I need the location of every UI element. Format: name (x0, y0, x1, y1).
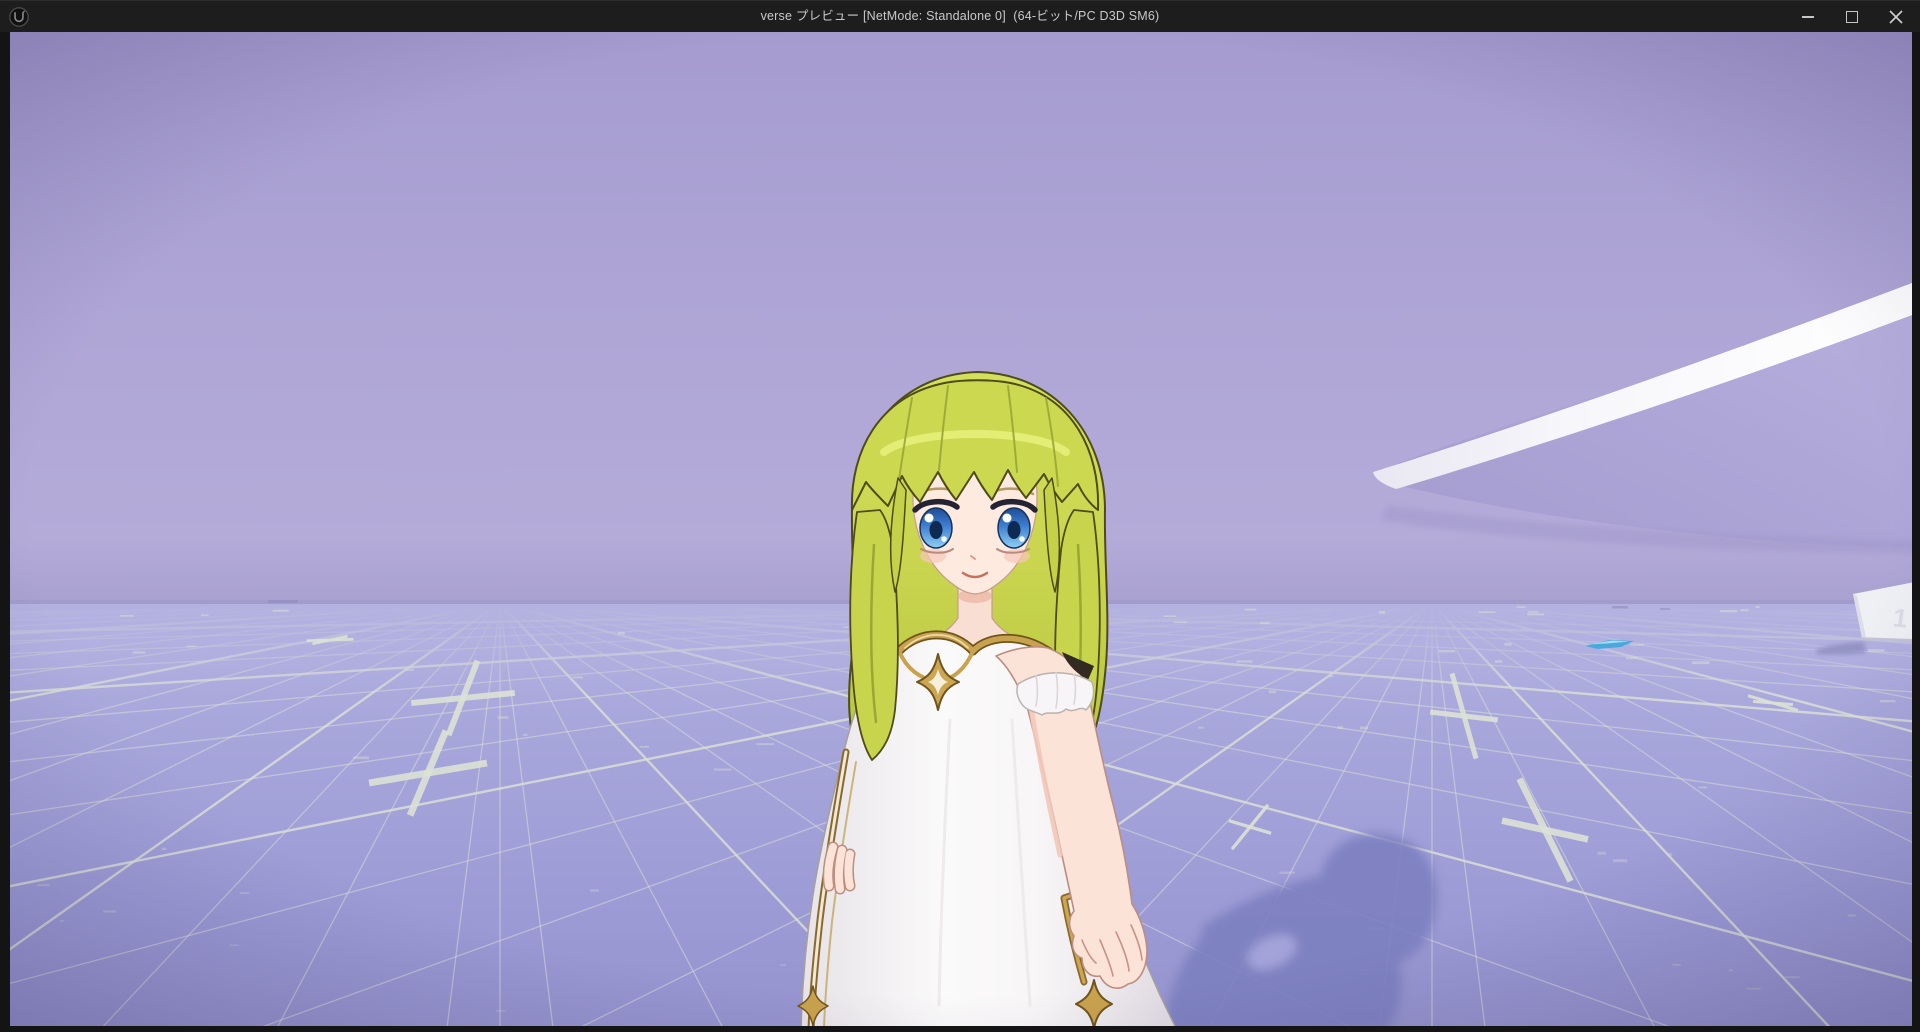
window-controls (1786, 1, 1918, 33)
scene-svg: 1 (10, 32, 1912, 1026)
maximize-button[interactable] (1830, 1, 1874, 33)
close-button[interactable] (1874, 1, 1918, 33)
minimize-button[interactable] (1786, 1, 1830, 33)
minimize-icon (1802, 16, 1814, 18)
unreal-engine-logo-icon[interactable] (5, 3, 33, 31)
app-window: { "window": { "title": "verse プレビュー [Net… (0, 0, 1920, 1032)
vignette (10, 32, 1912, 1026)
maximize-icon (1846, 11, 1858, 23)
titlebar[interactable]: verse プレビュー [NetMode: Standalone 0] (64-… (0, 0, 1920, 32)
window-title: verse プレビュー [NetMode: Standalone 0] (64-… (0, 1, 1920, 33)
close-icon (1889, 10, 1903, 24)
game-viewport[interactable]: 1 (10, 32, 1912, 1026)
